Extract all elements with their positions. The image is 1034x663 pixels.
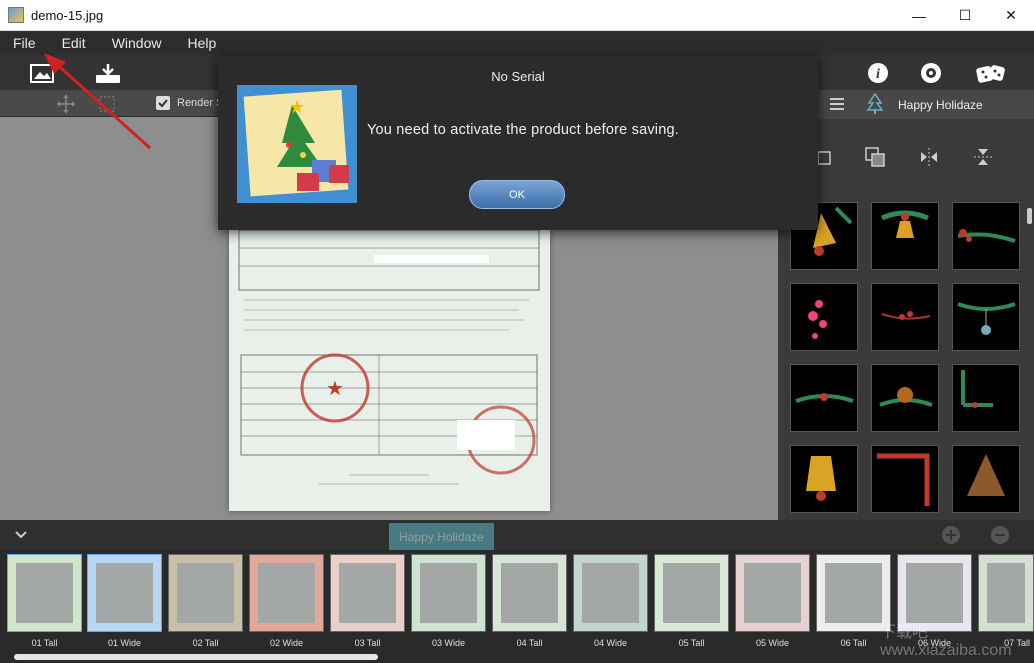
dice-icon[interactable]: [974, 60, 1008, 86]
panel-scrollbar[interactable]: [1027, 208, 1032, 224]
frame-label: 02 Wide: [269, 638, 304, 648]
menu-file[interactable]: File: [0, 35, 49, 51]
list-icon[interactable]: [828, 96, 846, 117]
window-title: demo-15.jpg: [31, 7, 104, 23]
info-icon[interactable]: i: [864, 60, 892, 86]
frame-label: 01 Tall: [31, 638, 58, 648]
panel-title: Happy Holidaze: [898, 98, 983, 112]
frame-item[interactable]: [87, 554, 162, 632]
frame-thumbnail[interactable]: [952, 283, 1020, 351]
frame-thumbnail[interactable]: [790, 283, 858, 351]
menu-help[interactable]: Help: [174, 35, 229, 51]
frame-thumbnail[interactable]: [952, 445, 1020, 513]
frame-item[interactable]: [654, 554, 729, 632]
strip-scrollbar[interactable]: [14, 654, 378, 660]
title-bar: demo-15.jpg — ☐ ✕: [0, 0, 1034, 31]
frames-strip: 01 Tall 01 Wide 02 Tall 02 Wide 03 Tall …: [0, 550, 1034, 663]
frame-item[interactable]: [249, 554, 324, 632]
ok-button[interactable]: OK: [469, 180, 565, 209]
maximize-button[interactable]: ☐: [942, 0, 988, 31]
frame-thumbnail[interactable]: [952, 202, 1020, 270]
minimize-button[interactable]: —: [896, 0, 942, 31]
frames-strip-header: [0, 520, 1034, 550]
remove-icon[interactable]: [990, 525, 1010, 550]
category-tab[interactable]: Happy Holidaze: [389, 523, 494, 550]
annotation-arrow: [44, 53, 152, 150]
layer-front-icon[interactable]: [864, 146, 886, 173]
frame-thumbnail[interactable]: [790, 364, 858, 432]
no-serial-dialog: No Serial ★ You need to activate the pro…: [218, 56, 818, 230]
settings-icon[interactable]: [917, 60, 945, 86]
frame-thumbnail[interactable]: [871, 283, 939, 351]
tree-icon[interactable]: [866, 92, 884, 120]
frame-label: 05 Tall: [678, 638, 705, 648]
frame-label: 05 Wide: [755, 638, 790, 648]
frame-item[interactable]: [573, 554, 648, 632]
app-icon: [8, 7, 24, 23]
frame-label: 01 Wide: [107, 638, 142, 648]
collapse-chevron-icon[interactable]: [14, 528, 28, 546]
dialog-title: No Serial: [491, 69, 545, 84]
flip-vertical-icon[interactable]: [972, 146, 994, 173]
add-icon[interactable]: [941, 525, 961, 550]
frame-item[interactable]: [735, 554, 810, 632]
close-button[interactable]: ✕: [988, 0, 1034, 31]
frame-thumbnail[interactable]: [790, 445, 858, 513]
frame-label: 04 Wide: [593, 638, 628, 648]
frame-item[interactable]: [492, 554, 567, 632]
frame-item[interactable]: [7, 554, 82, 632]
frame-label: 04 Tall: [516, 638, 543, 648]
frame-label: 03 Tall: [354, 638, 381, 648]
svg-text:★: ★: [289, 97, 305, 117]
dialog-message: You need to activate the product before …: [367, 122, 679, 138]
frame-label: 02 Tall: [192, 638, 219, 648]
frame-item[interactable]: [330, 554, 405, 632]
frame-label: 03 Wide: [431, 638, 466, 648]
menu-window[interactable]: Window: [99, 35, 175, 51]
svg-text:i: i: [876, 67, 880, 82]
menu-edit[interactable]: Edit: [49, 35, 99, 51]
document-image: ★: [229, 200, 550, 511]
watermark: 下载吧 www.xiazaiba.com: [880, 624, 1012, 659]
frame-item[interactable]: [411, 554, 486, 632]
frame-thumbnail[interactable]: [871, 445, 939, 513]
frame-thumbnail[interactable]: [871, 202, 939, 270]
frame-thumbnail[interactable]: [871, 364, 939, 432]
flip-horizontal-icon[interactable]: [918, 146, 940, 173]
christmas-tree-icon: ★: [237, 85, 357, 203]
frame-item[interactable]: [168, 554, 243, 632]
svg-text:★: ★: [326, 378, 344, 400]
frame-thumbnail[interactable]: [952, 364, 1020, 432]
render-label: Render S: [177, 97, 224, 109]
